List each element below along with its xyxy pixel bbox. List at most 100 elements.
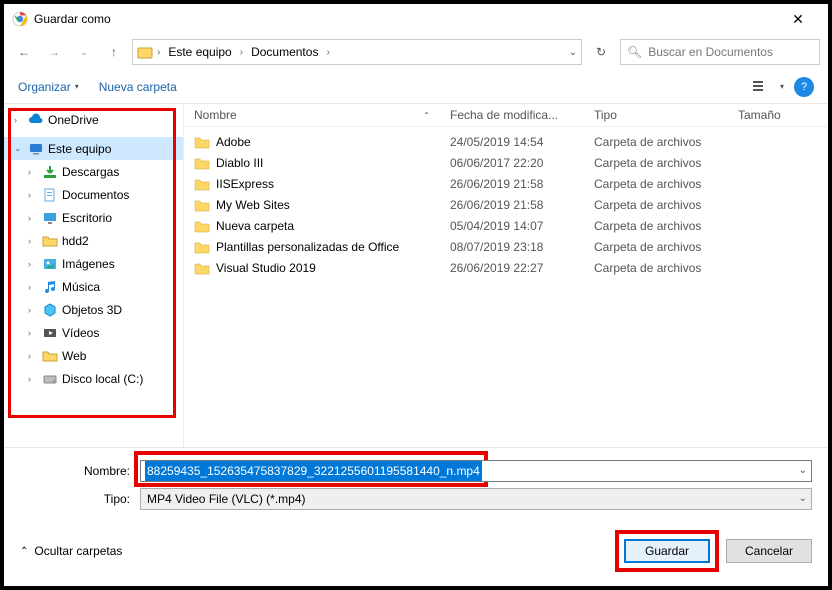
file-type: Carpeta de archivos [594, 177, 738, 191]
refresh-button[interactable]: ↻ [588, 39, 614, 65]
desktop-icon [42, 210, 58, 226]
filename-input[interactable]: 88259435_152635475837829_322125560119558… [140, 460, 812, 482]
hide-folders-button[interactable]: ⌃ Ocultar carpetas [20, 544, 122, 558]
file-name: Plantillas personalizadas de Office [216, 240, 399, 254]
file-name: Diablo III [216, 156, 263, 170]
chevron-down-icon[interactable]: ▾ [780, 82, 784, 91]
sidebar-item-hdd2[interactable]: › hdd2 [4, 229, 183, 252]
organize-button[interactable]: Organizar ▾ [18, 80, 79, 94]
file-name: Adobe [216, 135, 251, 149]
images-icon [42, 256, 58, 272]
3d-icon [42, 302, 58, 318]
search-icon: 🔍︎ [627, 45, 642, 59]
cancel-button[interactable]: Cancelar [726, 539, 812, 563]
sidebar-item-descargas[interactable]: › Descargas [4, 160, 183, 183]
file-type: Carpeta de archivos [594, 156, 738, 170]
file-name: My Web Sites [216, 198, 290, 212]
up-button[interactable]: ↑ [102, 40, 126, 64]
toolbar: Organizar ▾ Nueva carpeta ▾ ? [4, 70, 828, 104]
chevron-icon[interactable]: › [28, 167, 38, 177]
chevron-icon[interactable]: › [28, 236, 38, 246]
sidebar-item-web[interactable]: ›Web [4, 344, 183, 367]
file-type: Carpeta de archivos [594, 240, 738, 254]
file-date: 26/06/2019 21:58 [450, 198, 594, 212]
folder-icon [137, 44, 153, 60]
sidebar-item-v-deos[interactable]: ›Vídeos [4, 321, 183, 344]
chevron-icon[interactable]: › [28, 213, 38, 223]
breadcrumb-root[interactable]: Este equipo [164, 45, 235, 59]
file-date: 06/06/2017 22:20 [450, 156, 594, 170]
name-label: Nombre: [20, 464, 140, 478]
back-button[interactable]: ← [12, 40, 36, 64]
sidebar-item-escritorio[interactable]: ›Escritorio [4, 206, 183, 229]
chevron-icon[interactable]: ⌄ [14, 143, 24, 154]
sidebar-item-objetos-3d[interactable]: › Objetos 3D [4, 298, 183, 321]
download-icon [42, 164, 58, 180]
table-row[interactable]: Adobe24/05/2019 14:54Carpeta de archivos [194, 131, 818, 152]
highlight-box: Guardar [615, 530, 719, 572]
column-size[interactable]: Tamaño [738, 108, 818, 122]
table-row[interactable]: Visual Studio 201926/06/2019 22:27Carpet… [194, 257, 818, 278]
folder-icon [194, 198, 210, 212]
chevron-down-icon[interactable]: ⌄ [799, 465, 807, 476]
chevron-icon[interactable]: › [28, 282, 38, 292]
sidebar-item-label: Documentos [62, 188, 129, 202]
chevron-right-icon: › [326, 47, 329, 58]
column-type[interactable]: Tipo [594, 108, 738, 122]
type-label: Tipo: [20, 492, 140, 506]
column-name[interactable]: Nombre⌃ [194, 108, 450, 122]
table-row[interactable]: My Web Sites26/06/2019 21:58Carpeta de a… [194, 194, 818, 215]
window-title: Guardar como [34, 12, 776, 26]
filetype-select[interactable]: MP4 Video File (VLC) (*.mp4) ⌄ [140, 488, 812, 510]
chevron-icon[interactable]: › [28, 305, 38, 315]
chevron-icon[interactable]: › [28, 259, 38, 269]
file-name: IISExpress [216, 177, 274, 191]
sidebar-item-label: hdd2 [62, 234, 89, 248]
file-date: 26/06/2019 22:27 [450, 261, 594, 275]
sidebar-item-label: Descargas [62, 165, 119, 179]
breadcrumb[interactable]: › Este equipo › Documentos › ⌄ [132, 39, 582, 65]
file-date: 24/05/2019 14:54 [450, 135, 594, 149]
sidebar-item-este-equipo[interactable]: ⌄Este equipo [4, 137, 183, 160]
action-bar: ⌃ Ocultar carpetas Guardar Cancelar [4, 524, 828, 586]
table-row[interactable]: Diablo III 06/06/2017 22:20Carpeta de arc… [194, 152, 818, 173]
search-placeholder: Buscar en Documentos [648, 45, 773, 59]
new-folder-button[interactable]: Nueva carpeta [99, 80, 177, 94]
table-row[interactable]: Plantillas personalizadas de Office08/07… [194, 236, 818, 257]
chevron-icon[interactable]: › [28, 374, 38, 384]
sidebar-item-onedrive[interactable]: ›OneDrive [4, 108, 183, 131]
chevron-icon[interactable]: › [28, 328, 38, 338]
chevron-up-icon: ⌃ [20, 546, 28, 557]
table-row[interactable]: IISExpress26/06/2019 21:58Carpeta de arc… [194, 173, 818, 194]
forward-button[interactable]: → [42, 40, 66, 64]
recent-dropdown[interactable]: ⌄ [72, 40, 96, 64]
chevron-down-icon[interactable]: ⌄ [799, 493, 807, 504]
table-row[interactable]: Nueva carpeta05/04/2019 14:07Carpeta de … [194, 215, 818, 236]
breadcrumb-folder[interactable]: Documentos [247, 45, 322, 59]
chevron-right-icon: › [157, 47, 160, 58]
file-date: 05/04/2019 14:07 [450, 219, 594, 233]
column-date[interactable]: Fecha de modifica... [450, 108, 594, 122]
close-button[interactable]: ✕ [776, 11, 820, 28]
file-pane: Nombre⌃ Fecha de modifica... Tipo Tamaño… [184, 104, 828, 447]
video-icon [42, 325, 58, 341]
save-button[interactable]: Guardar [624, 539, 710, 563]
sidebar-item-im-genes[interactable]: ›Imágenes [4, 252, 183, 275]
folder-icon [194, 240, 210, 254]
search-input[interactable]: 🔍︎ Buscar en Documentos [620, 39, 820, 65]
sidebar-item-documentos[interactable]: › Documentos [4, 183, 183, 206]
sidebar-item-m-sica[interactable]: ›Música [4, 275, 183, 298]
view-options-button[interactable] [752, 78, 770, 96]
file-name: Nueva carpeta [216, 219, 294, 233]
column-headers: Nombre⌃ Fecha de modifica... Tipo Tamaño [184, 104, 828, 127]
sidebar-item-disco-local-c-[interactable]: ›Disco local (C:) [4, 367, 183, 390]
save-dialog: Guardar como ✕ ← → ⌄ ↑ › Este equipo › D… [4, 4, 828, 586]
breadcrumb-dropdown[interactable]: ⌄ [569, 47, 577, 58]
sidebar-item-label: Objetos 3D [62, 303, 122, 317]
chevron-icon[interactable]: › [14, 115, 24, 125]
chevron-icon[interactable]: › [28, 351, 38, 361]
help-button[interactable]: ? [794, 77, 814, 97]
pc-icon [28, 141, 44, 157]
titlebar: Guardar como ✕ [4, 4, 828, 34]
chevron-icon[interactable]: › [28, 190, 38, 200]
